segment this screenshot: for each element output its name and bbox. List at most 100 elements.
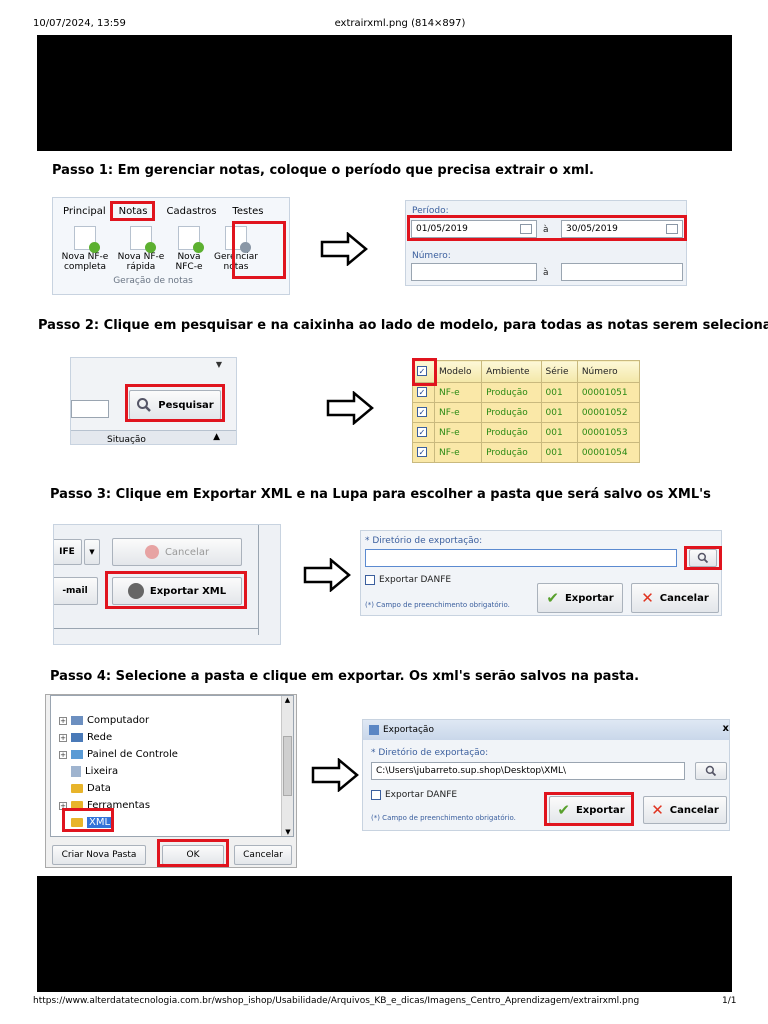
highlight-ok [157, 839, 229, 867]
control-panel-icon [71, 750, 83, 759]
panel-divider [54, 628, 259, 629]
cancel-button[interactable]: ✕ Cancelar [631, 583, 719, 613]
col-serie[interactable]: Série [540, 360, 578, 383]
situacao-column-header[interactable]: Situação [107, 435, 146, 444]
danfe-checkbox[interactable] [365, 575, 375, 585]
new-nfce-label: Nova NFC-e [175, 252, 203, 272]
cell-numero: 00001051 [576, 382, 640, 403]
notes-table: ✓ Modelo Ambiente Série Número ✓ NF-e Pr… [412, 360, 640, 463]
final-cancel-button[interactable]: ✕ Cancelar [643, 796, 727, 824]
final-dir-input[interactable]: C:\Users\jubarreto.sup.shop\Desktop\XML\ [371, 762, 685, 780]
expand-icon[interactable]: + [59, 750, 67, 759]
highlight-final-export [544, 792, 634, 826]
final-browse-button[interactable] [695, 762, 727, 780]
expand-icon[interactable]: + [59, 733, 67, 742]
scroll-down-icon[interactable]: ▼ [282, 828, 294, 836]
cell-modelo: NF-e [433, 422, 483, 443]
tree-item-lixeira[interactable]: Lixeira [59, 763, 178, 780]
highlight-xml-folder [62, 808, 114, 832]
black-band-top [37, 35, 732, 151]
search-field[interactable] [71, 400, 109, 418]
row-checkbox-cell[interactable]: ✓ [412, 442, 435, 463]
new-nfe-complete-label: Nova NF-e completa [61, 252, 109, 272]
right-arrow-icon [326, 391, 374, 425]
highlight-period [407, 215, 687, 241]
row-checkbox[interactable]: ✓ [417, 407, 427, 417]
final-danfe-checkbox[interactable] [371, 790, 381, 800]
tab-cadastros[interactable]: Cadastros [166, 206, 216, 222]
danfe-button[interactable]: IFE [54, 539, 82, 565]
step-2-title: Passo 2: Clique em pesquisar e na caixin… [38, 318, 768, 333]
cell-serie: 001 [540, 382, 578, 403]
scroll-up-icon[interactable]: ▲ [213, 432, 220, 442]
document-quick-icon [130, 226, 156, 253]
panel-divider [258, 525, 259, 635]
cell-ambiente: Produção [481, 402, 542, 423]
table-row[interactable]: ✓ NF-e Produção 001 00001051 [412, 382, 640, 403]
new-folder-label: Criar Nova Pasta [61, 850, 137, 860]
recycle-bin-icon [71, 766, 81, 777]
number-label: Número: [412, 251, 451, 261]
email-button[interactable]: -mail [54, 577, 98, 605]
print-url: https://www.alterdatatecnologia.com.br/w… [33, 996, 640, 1006]
scroll-thumb[interactable] [283, 736, 292, 796]
cell-modelo: NF-e [433, 442, 483, 463]
new-nfe-quick-button[interactable]: Nova NF-e rápida [117, 226, 165, 272]
tree-item-label: Lixeira [85, 766, 119, 777]
danfe-option-label: Exportar DANFE [379, 575, 452, 585]
tab-testes[interactable]: Testes [232, 206, 263, 222]
dialog-titlebar: Exportação x [363, 720, 729, 740]
col-modelo[interactable]: Modelo [433, 360, 483, 383]
cell-modelo: NF-e [433, 382, 483, 403]
tree-item-computador[interactable]: + Computador [59, 712, 178, 729]
cancel-note-button[interactable]: Cancelar [112, 538, 242, 566]
vertical-scrollbar[interactable]: ▲ ▼ [281, 696, 293, 836]
row-checkbox[interactable]: ✓ [417, 387, 427, 397]
final-cancel-label: Cancelar [669, 804, 719, 816]
tree-item-data[interactable]: Data [59, 780, 178, 797]
new-nfe-complete-button[interactable]: Nova NF-e completa [59, 226, 111, 272]
danfe-option[interactable]: Exportar DANFE [365, 575, 451, 585]
number-to-field[interactable] [561, 263, 683, 281]
col-ambiente[interactable]: Ambiente [481, 360, 542, 383]
col-numero[interactable]: Número [576, 360, 640, 383]
black-band-bottom [37, 876, 732, 992]
scroll-up-icon[interactable]: ▲ [282, 696, 293, 704]
cell-numero: 00001054 [576, 442, 640, 463]
folder-cancel-button[interactable]: Cancelar [234, 845, 292, 865]
dropdown-arrow-icon[interactable]: ▼ [216, 360, 222, 369]
export-dir-input[interactable] [365, 549, 677, 567]
table-row[interactable]: ✓ NF-e Produção 001 00001053 [412, 422, 640, 443]
row-checkbox[interactable]: ✓ [417, 427, 427, 437]
checkmark-icon: ✔ [546, 589, 559, 607]
cancel-note-label: Cancelar [164, 546, 210, 558]
row-checkbox[interactable]: ✓ [417, 447, 427, 457]
close-icon: ✕ [641, 589, 654, 607]
cell-ambiente: Produção [481, 382, 542, 403]
computer-icon [71, 716, 83, 725]
danfe-dropdown-button[interactable]: ▼ [84, 539, 100, 565]
number-from-field[interactable] [411, 263, 537, 281]
network-icon [71, 733, 83, 742]
table-row[interactable]: ✓ NF-e Produção 001 00001052 [412, 402, 640, 423]
tab-principal[interactable]: Principal [63, 206, 106, 222]
step-1-title: Passo 1: Em gerenciar notas, coloque o p… [52, 163, 594, 178]
document-nfce-icon [178, 226, 204, 253]
step-4-title: Passo 4: Selecione a pasta e clique em e… [50, 669, 640, 684]
expand-icon[interactable]: + [59, 716, 67, 725]
step-3-title: Passo 3: Clique em Exportar XML e na Lup… [50, 487, 711, 502]
tree-item-painel[interactable]: + Painel de Controle [59, 746, 178, 763]
magnifier-icon [705, 765, 717, 777]
final-danfe-option[interactable]: Exportar DANFE [371, 790, 457, 800]
new-nfce-button[interactable]: Nova NFC-e [171, 226, 207, 272]
highlight-notas-tab [110, 201, 155, 221]
cancel-icon [144, 545, 159, 559]
row-checkbox-cell[interactable]: ✓ [412, 402, 435, 423]
close-icon[interactable]: x [723, 723, 729, 734]
highlight-search [125, 384, 225, 422]
export-button[interactable]: ✔ Exportar [537, 583, 623, 613]
new-folder-button[interactable]: Criar Nova Pasta [52, 845, 146, 865]
table-row[interactable]: ✓ NF-e Produção 001 00001054 [412, 442, 640, 463]
tree-item-rede[interactable]: + Rede [59, 729, 178, 746]
row-checkbox-cell[interactable]: ✓ [412, 422, 435, 443]
